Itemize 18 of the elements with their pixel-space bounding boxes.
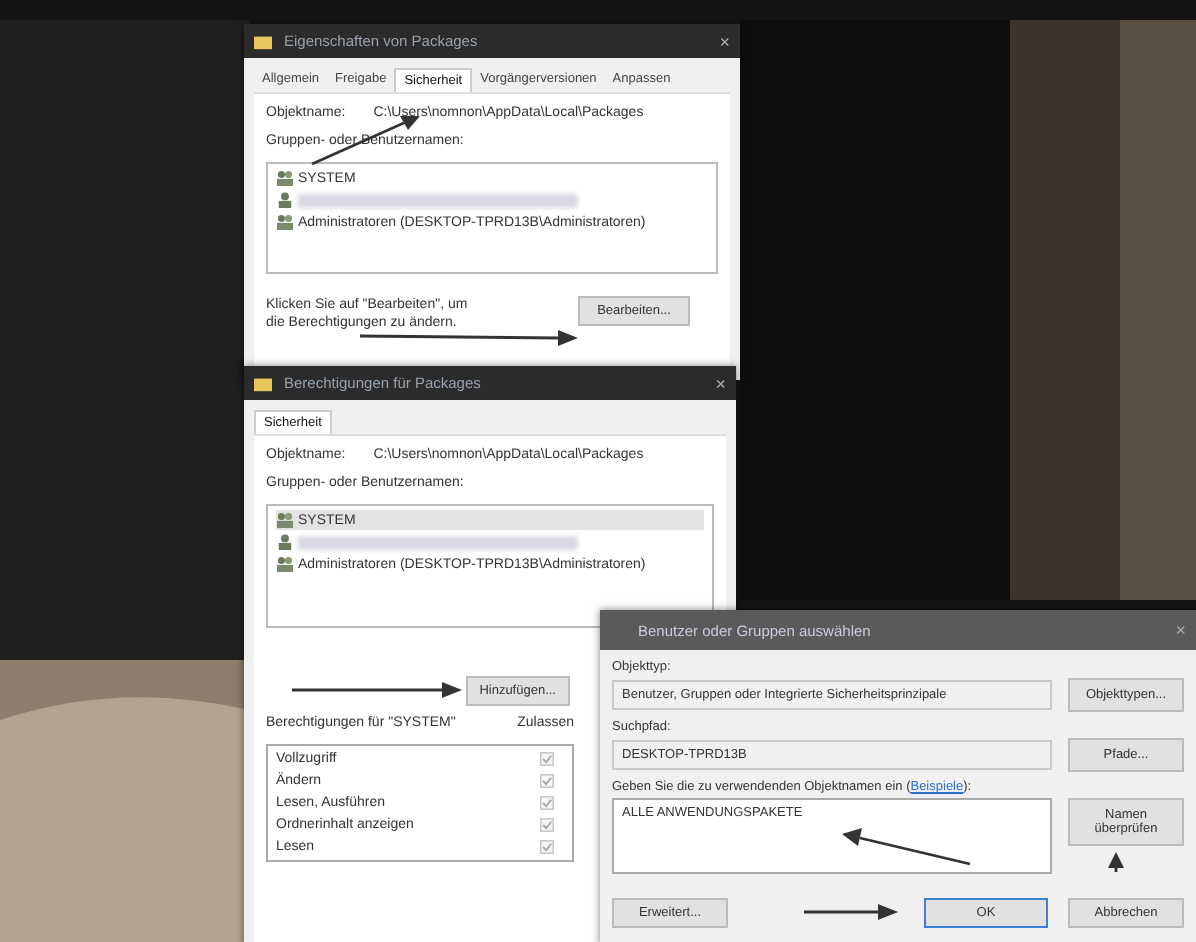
checkbox[interactable] [540, 840, 554, 854]
pointer-arrow [1108, 852, 1124, 872]
close-button[interactable]: × [719, 31, 730, 51]
user-icon [276, 534, 294, 550]
folder-icon [254, 375, 272, 391]
pointer-arrow [842, 828, 971, 866]
checkbox[interactable] [540, 818, 554, 832]
close-button[interactable]: × [715, 373, 726, 393]
group-icon [276, 214, 294, 230]
checkbox[interactable] [540, 774, 554, 788]
pointer-arrow [804, 904, 898, 920]
group-icon [276, 556, 294, 572]
group-icon [276, 512, 294, 528]
checkbox[interactable] [540, 796, 554, 810]
folder-icon [254, 33, 272, 49]
checkbox[interactable] [540, 752, 554, 766]
group-icon [276, 170, 294, 186]
user-icon [276, 192, 294, 208]
